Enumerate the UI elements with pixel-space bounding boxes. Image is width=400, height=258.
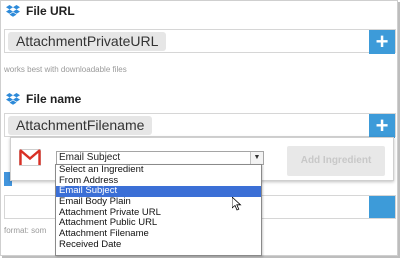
file-url-token[interactable]: AttachmentPrivateURL [8, 32, 167, 51]
chevron-down-icon[interactable]: ▼ [250, 152, 263, 164]
ingredient-dropdown-list: Select an Ingredient From Address Email … [55, 164, 262, 256]
dropbox-icon [6, 5, 20, 17]
ingredient-select[interactable]: Email Subject ▼ [56, 151, 264, 165]
file-url-add-button[interactable]: + [369, 30, 395, 54]
file-name-label-row: File name [6, 92, 81, 106]
gmail-icon [19, 149, 41, 166]
file-url-input[interactable]: AttachmentPrivateURL + [4, 29, 396, 54]
file-name-add-button[interactable]: + [369, 114, 395, 138]
file-name-token[interactable]: AttachmentFilename [8, 116, 153, 135]
file-url-hint: works best with downloadable files [4, 65, 127, 74]
obscured-field-add-button[interactable] [369, 196, 395, 218]
obscured-field-hint: format: som [4, 226, 47, 235]
file-name-input[interactable]: AttachmentFilename + [4, 113, 396, 138]
plus-icon: + [375, 113, 389, 138]
file-url-label: File URL [26, 4, 75, 18]
dropbox-icon [6, 93, 20, 105]
mouse-cursor-icon [232, 197, 242, 211]
add-ingredient-button[interactable]: Add Ingredient [287, 146, 385, 176]
ingredient-select-value: Email Subject [59, 152, 121, 163]
file-name-label: File name [26, 92, 82, 106]
file-url-label-row: File URL [6, 4, 75, 18]
plus-icon: + [375, 29, 389, 54]
dropdown-option-received-date[interactable]: Received Date [56, 239, 261, 251]
